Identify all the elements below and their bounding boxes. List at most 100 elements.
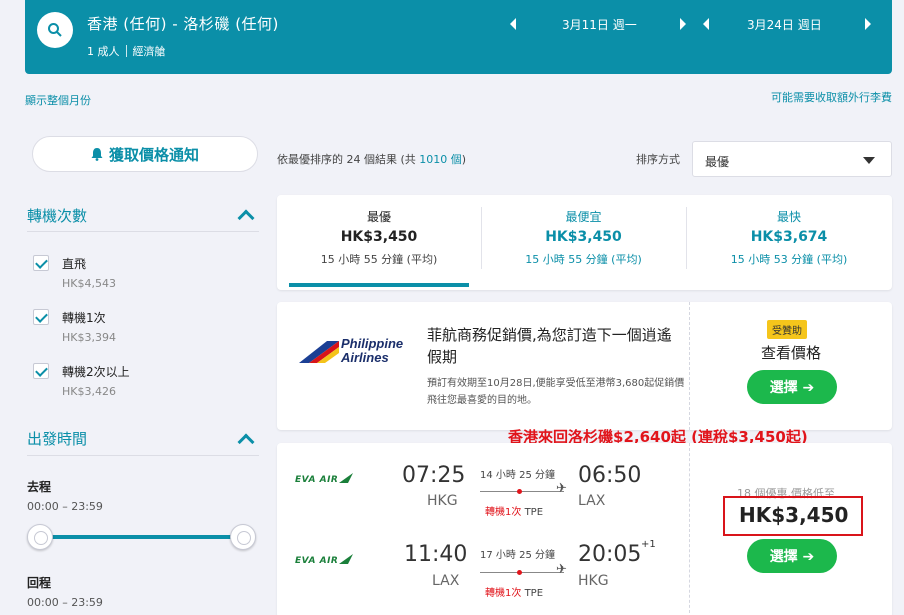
passenger-cabin[interactable]: 1 成人 經濟艙 <box>87 43 166 59</box>
active-tab-indicator <box>289 283 469 287</box>
outbound-time-slider[interactable] <box>40 535 243 539</box>
stops-option-label: 轉機2次以上 <box>62 365 130 379</box>
plane-icon: ✈ <box>556 481 567 496</box>
divider <box>27 231 259 232</box>
slider-handle-end[interactable] <box>230 524 256 550</box>
divider <box>27 455 259 456</box>
tab-label: 最便宜 <box>565 210 602 224</box>
sort-dropdown[interactable]: 最優 <box>692 141 892 177</box>
sponsored-badge: 受贊助 <box>767 320 807 339</box>
plane-icon: ✈ <box>556 562 567 577</box>
outbound-depart-airport: HKG <box>427 493 458 509</box>
outbound-arrive-time: 06:50 <box>578 463 642 488</box>
chevron-up-icon[interactable] <box>237 209 255 227</box>
checkbox-two-plus-stops[interactable] <box>33 363 49 379</box>
depart-date[interactable]: 3月11日 週一 <box>562 16 680 33</box>
chevron-up-icon[interactable] <box>237 433 255 451</box>
route-text[interactable]: 香港 (任何) - 洛杉磯 (任何) <box>87 13 279 34</box>
eva-air-logo: EVA AIR <box>295 556 339 566</box>
ad-select-button[interactable]: 選擇 ➔ <box>747 370 837 404</box>
return-range: 00:00 – 23:59 <box>27 596 103 609</box>
eva-air-logo: EVA AIR <box>295 475 339 485</box>
results-count: 依最優排序的 24 個結果 (共 1010 個) <box>277 151 466 167</box>
sort-tabs: 最優 HK$3,450 15 小時 55 分鐘 (平均) 最便宜 HK$3,45… <box>277 195 892 290</box>
tab-price: HK$3,450 <box>340 229 418 245</box>
inbound-duration: 17 小時 25 分鐘 <box>480 550 555 561</box>
results-count-prefix: 依最優排序的 24 個結果 (共 <box>277 153 420 166</box>
outbound-label: 去程 <box>27 480 52 494</box>
ad-description: 預訂有效期至10月28日,便能享受低至港幣3,680起促銷價飛往您最喜愛的目的地… <box>427 378 685 406</box>
flight-select-button[interactable]: 選擇 ➔ <box>747 539 837 573</box>
results-total-link[interactable]: 1010 個 <box>419 153 462 166</box>
show-whole-month-link[interactable]: 顯示整個月份 <box>25 92 91 108</box>
tab-duration: 15 小時 55 分鐘 (平均) <box>525 253 642 266</box>
search-button[interactable] <box>37 12 73 48</box>
flight-line <box>480 572 564 573</box>
inbound-arrive-airport: HKG <box>578 573 609 589</box>
return-label: 回程 <box>27 576 52 590</box>
stops-option-price: HK$4,543 <box>62 277 116 290</box>
flight-price: HK$3,450 <box>739 503 849 527</box>
outbound-duration: 14 小時 25 分鐘 <box>480 470 555 481</box>
tab-duration: 15 小時 55 分鐘 (平均) <box>320 253 438 266</box>
stops-option-price: HK$3,426 <box>62 385 116 398</box>
checkbox-one-stop[interactable] <box>33 309 49 325</box>
outbound-depart-time: 07:25 <box>402 463 466 488</box>
price-alert-button[interactable]: 獲取價格通知 <box>32 136 258 172</box>
philippine-airlines-logo-icon <box>299 341 339 363</box>
tab-duration: 15 小時 53 分鐘 (平均) <box>730 253 848 266</box>
extra-fees-link[interactable]: 可能需要收取額外行李費 <box>771 89 892 105</box>
airline-logo-line: Philippine <box>341 336 404 351</box>
outbound-range: 00:00 – 23:59 <box>27 500 103 513</box>
stop-dot <box>517 570 522 575</box>
airline-logo-text: Philippine Airlines <box>341 337 403 365</box>
depart-time-filter-title[interactable]: 出發時間 <box>27 428 87 449</box>
stops-count: 轉機1次 <box>485 507 522 518</box>
divider <box>689 302 690 430</box>
outbound-arrive-airport: LAX <box>578 493 606 509</box>
divider <box>689 443 690 615</box>
tab-cheapest[interactable]: 最便宜 HK$3,450 15 小時 55 分鐘 (平均) <box>481 195 686 290</box>
passenger-count: 1 成人 <box>87 45 120 58</box>
bell-icon <box>91 148 103 161</box>
return-date[interactable]: 3月24日 週日 <box>747 16 865 33</box>
sponsored-ad-card[interactable]: Philippine Airlines 菲航商務促銷價,為您訂造下一個逍遙假期 … <box>277 302 892 430</box>
stop-dot <box>517 489 522 494</box>
depart-prev-day-icon[interactable] <box>510 18 516 30</box>
sort-label: 排序方式 <box>636 153 680 166</box>
inbound-depart-time: 11:40 <box>404 542 468 567</box>
stop-airport: TPE <box>524 507 544 518</box>
price-alert-label: 獲取價格通知 <box>108 145 199 164</box>
stops-filter-title[interactable]: 轉機次數 <box>27 205 87 226</box>
return-next-day-icon[interactable] <box>865 18 871 30</box>
airline-logo-line: Airlines <box>341 350 389 365</box>
ad-title[interactable]: 菲航商務促銷價,為您訂造下一個逍遙假期 <box>427 324 677 368</box>
view-price-label: 查看價格 <box>761 344 822 362</box>
tab-fastest[interactable]: 最快 HK$3,674 15 小時 53 分鐘 (平均) <box>686 195 892 290</box>
flight-line <box>480 491 564 492</box>
stops-option-label: 轉機1次 <box>62 311 106 325</box>
stops-option-price: HK$3,394 <box>62 331 116 344</box>
return-prev-day-icon[interactable] <box>703 18 709 30</box>
stops-option-label: 直飛 <box>62 257 87 271</box>
depart-next-day-icon[interactable] <box>680 18 686 30</box>
tab-price: HK$3,674 <box>750 229 828 245</box>
sort-value: 最優 <box>705 155 730 169</box>
search-summary-bar[interactable]: 香港 (任何) - 洛杉磯 (任何) 1 成人 經濟艙 3月11日 週一 3月24… <box>25 0 892 74</box>
outbound-stops: 轉機1次 TPE <box>485 503 543 518</box>
checkbox-nonstop[interactable] <box>33 255 49 271</box>
stops-count: 轉機1次 <box>485 588 522 599</box>
results-count-suffix: ) <box>461 153 467 166</box>
slider-handle-start[interactable] <box>27 524 53 550</box>
inbound-arrive-time: 20:05 <box>578 542 642 567</box>
flight-result-card[interactable]: EVA AIR 07:25 HKG 14 小時 25 分鐘 ✈ 轉機1次 TPE… <box>277 443 892 615</box>
tab-best[interactable]: 最優 HK$3,450 15 小時 55 分鐘 (平均) <box>277 195 481 290</box>
eva-air-logo-icon <box>339 554 353 564</box>
cabin-class: 經濟艙 <box>132 45 166 58</box>
eva-air-logo-icon <box>339 473 353 483</box>
next-day-indicator: +1 <box>641 539 656 550</box>
inbound-depart-airport: LAX <box>432 573 460 589</box>
tab-label: 最優 <box>366 210 391 224</box>
caret-down-icon <box>863 157 875 164</box>
tab-price: HK$3,450 <box>545 229 622 245</box>
